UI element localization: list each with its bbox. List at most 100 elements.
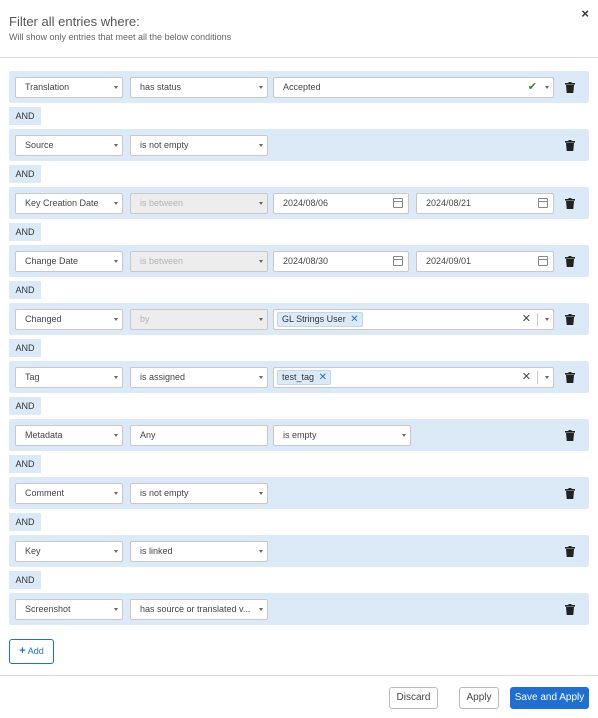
tag-multiselect[interactable]: test_tag ✕ ✕ xyxy=(273,367,554,388)
field-select[interactable]: Comment xyxy=(15,483,123,504)
dialog-subtitle: Will show only entries that meet all the… xyxy=(9,32,232,42)
clear-icon[interactable]: ✕ xyxy=(522,368,531,387)
remove-tag-icon[interactable]: ✕ xyxy=(319,371,327,384)
operator-select[interactable]: is not empty xyxy=(130,135,268,156)
operator-select-value: is linked xyxy=(140,546,173,556)
trash-icon[interactable] xyxy=(565,488,577,502)
apply-button[interactable]: Apply xyxy=(459,687,499,709)
filter-row-changed: Changed by GL Strings User ✕ ✕ xyxy=(9,303,589,335)
operator-select[interactable]: has status xyxy=(130,77,268,98)
operator-select-value: is between xyxy=(140,198,184,208)
trash-icon[interactable] xyxy=(565,314,577,328)
calendar-icon[interactable] xyxy=(393,198,403,208)
date-from-input[interactable]: 2024/08/06 xyxy=(273,193,409,214)
operator-select[interactable]: has source or translated v... xyxy=(130,599,268,620)
trash-icon[interactable] xyxy=(565,198,577,212)
caret-down-icon xyxy=(114,260,118,263)
field-select-value: Change Date xyxy=(25,256,79,266)
field-select[interactable]: Tag xyxy=(15,367,123,388)
and-separator: AND xyxy=(9,393,589,419)
operator-select: is between xyxy=(130,251,268,272)
caret-down-icon xyxy=(259,202,263,205)
filter-row-key-creation-date: Key Creation Date is between 2024/08/06 … xyxy=(9,187,589,219)
field-select[interactable]: Source xyxy=(15,135,123,156)
caret-down-icon[interactable] xyxy=(545,376,549,379)
operator-select-value: is not empty xyxy=(140,140,189,150)
calendar-icon[interactable] xyxy=(538,198,548,208)
user-multiselect[interactable]: GL Strings User ✕ ✕ xyxy=(273,309,554,330)
date-to-input[interactable]: 2024/09/01 xyxy=(416,251,554,272)
tag-chip-label: test_tag xyxy=(282,372,315,382)
field-select-value: Screenshot xyxy=(25,604,71,614)
field-select[interactable]: Screenshot xyxy=(15,599,123,620)
operator-select[interactable]: is linked xyxy=(130,541,268,562)
trash-icon[interactable] xyxy=(565,140,577,154)
caret-down-icon xyxy=(259,318,263,321)
caret-down-icon xyxy=(114,492,118,495)
field-select[interactable]: Changed xyxy=(15,309,123,330)
status-select[interactable]: Accepted ✔ xyxy=(273,77,554,98)
operator-select-value: is between xyxy=(140,256,184,266)
and-separator: AND xyxy=(9,567,589,593)
date-to-value: 2024/08/21 xyxy=(426,198,472,208)
field-select[interactable]: Key Creation Date xyxy=(15,193,123,214)
calendar-icon[interactable] xyxy=(538,256,548,266)
and-separator: AND xyxy=(9,277,589,303)
trash-icon[interactable] xyxy=(565,256,577,270)
field-select[interactable]: Translation xyxy=(15,77,123,98)
caret-down-icon xyxy=(259,260,263,263)
and-label: AND xyxy=(9,107,41,125)
trash-icon[interactable] xyxy=(565,546,577,560)
operator-select[interactable]: is not empty xyxy=(130,483,268,504)
date-from-input[interactable]: 2024/08/30 xyxy=(273,251,409,272)
caret-down-icon xyxy=(114,608,118,611)
caret-down-icon xyxy=(259,492,263,495)
operator-select[interactable]: is assigned xyxy=(130,367,268,388)
operator-select-value: by xyxy=(140,314,150,324)
remove-tag-icon[interactable]: ✕ xyxy=(350,313,358,326)
and-label: AND xyxy=(9,223,41,241)
caret-down-icon xyxy=(259,550,263,553)
add-condition-button[interactable]: + Add xyxy=(9,639,54,664)
operator-select: by xyxy=(130,309,268,330)
trash-icon[interactable] xyxy=(565,604,577,618)
caret-down-icon xyxy=(402,434,406,437)
field-select[interactable]: Change Date xyxy=(15,251,123,272)
filter-row-source: Source is not empty xyxy=(9,129,589,161)
plus-icon: + xyxy=(19,645,26,657)
caret-down-icon xyxy=(114,318,118,321)
close-icon[interactable]: × xyxy=(581,6,589,21)
check-icon: ✔ xyxy=(527,81,537,93)
field-select[interactable]: Metadata xyxy=(15,425,123,446)
caret-down-icon xyxy=(114,86,118,89)
caret-down-icon xyxy=(259,608,263,611)
and-label: AND xyxy=(9,455,41,473)
tag-chip-label: GL Strings User xyxy=(282,314,346,324)
filter-row-change-date: Change Date is between 2024/08/30 2024/0… xyxy=(9,245,589,277)
and-label: AND xyxy=(9,513,41,531)
caret-down-icon xyxy=(545,86,549,89)
filter-row-metadata: Metadata Any is empty xyxy=(9,419,589,451)
calendar-icon[interactable] xyxy=(393,256,403,266)
discard-button[interactable]: Discard xyxy=(389,687,438,709)
and-label: AND xyxy=(9,339,41,357)
caret-down-icon xyxy=(259,144,263,147)
and-label: AND xyxy=(9,281,41,299)
and-separator: AND xyxy=(9,451,589,477)
date-to-input[interactable]: 2024/08/21 xyxy=(416,193,554,214)
trash-icon[interactable] xyxy=(565,430,577,444)
trash-icon[interactable] xyxy=(565,372,577,386)
and-separator: AND xyxy=(9,161,589,187)
metadata-key-input[interactable]: Any xyxy=(130,425,268,446)
trash-icon[interactable] xyxy=(565,82,577,96)
save-and-apply-button[interactable]: Save and Apply xyxy=(510,687,589,709)
field-select-value: Source xyxy=(25,140,54,150)
metadata-condition-value: is empty xyxy=(283,430,317,440)
metadata-condition-select[interactable]: is empty xyxy=(273,425,411,446)
filter-row-screenshot: Screenshot has source or translated v... xyxy=(9,593,589,625)
caret-down-icon[interactable] xyxy=(545,318,549,321)
field-select[interactable]: Key xyxy=(15,541,123,562)
clear-icon[interactable]: ✕ xyxy=(522,310,531,329)
caret-down-icon xyxy=(259,86,263,89)
date-from-value: 2024/08/30 xyxy=(283,256,329,266)
